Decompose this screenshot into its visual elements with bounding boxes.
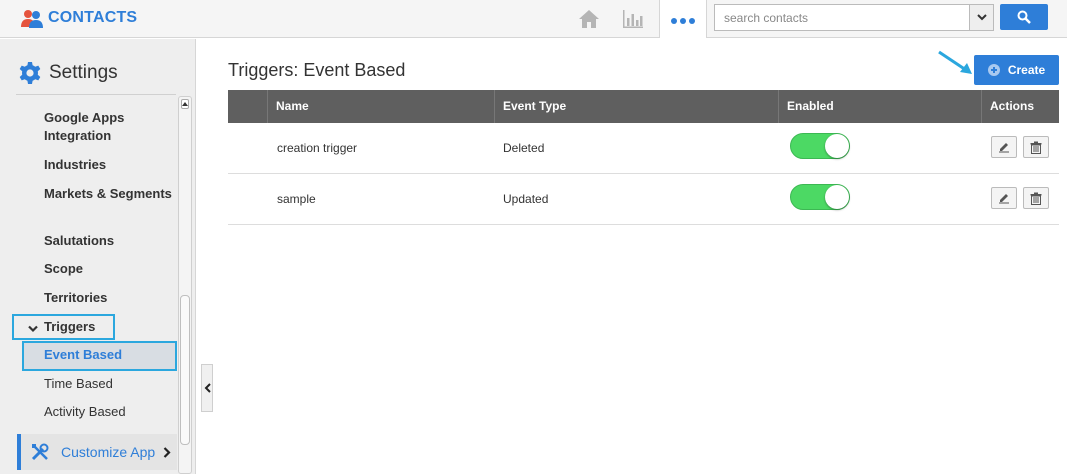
sidebar-item-triggers[interactable]: Triggers <box>44 318 174 336</box>
table-header: Name Event Type Enabled Actions <box>228 90 1059 123</box>
edit-button[interactable] <box>991 187 1017 209</box>
settings-title: Settings <box>49 62 118 83</box>
reports-nav-button[interactable] <box>618 0 648 37</box>
gear-icon <box>19 62 41 84</box>
sidebar-subitem-activity-based[interactable]: Activity Based <box>44 403 174 421</box>
sidebar-item-markets-segments[interactable]: Markets & Segments <box>44 185 174 203</box>
contacts-icon <box>20 7 44 29</box>
tools-icon <box>31 443 49 461</box>
column-header-event-type[interactable]: Event Type <box>494 90 780 123</box>
sidebar-item-scope[interactable]: Scope <box>44 260 174 278</box>
table-row: creation trigger Deleted <box>228 123 1059 174</box>
sidebar-collapse-button[interactable] <box>201 364 213 412</box>
edit-button[interactable] <box>991 136 1017 158</box>
home-nav-button[interactable] <box>574 0 604 37</box>
more-nav-button[interactable] <box>659 0 707 38</box>
plus-circle-icon <box>987 64 1000 76</box>
delete-button[interactable] <box>1023 187 1049 209</box>
search-dropdown-button[interactable] <box>969 5 993 30</box>
search-input[interactable] <box>715 5 969 30</box>
trigger-name: sample <box>277 192 316 206</box>
home-icon <box>579 9 599 28</box>
chevron-down-icon <box>976 14 987 21</box>
chevron-right-icon <box>163 446 171 458</box>
pencil-icon <box>999 143 1009 153</box>
search-icon <box>1017 10 1031 24</box>
search-box <box>714 4 994 31</box>
chevron-left-icon <box>204 383 211 393</box>
trigger-event-type: Deleted <box>503 141 545 155</box>
column-header-actions: Actions <box>981 90 1059 123</box>
pencil-icon <box>999 194 1009 204</box>
app-title: CONTACTS <box>48 9 138 26</box>
sidebar-subitem-time-based[interactable]: Time Based <box>44 375 174 393</box>
trigger-event-type: Updated <box>503 192 549 206</box>
chevron-down-icon <box>28 321 38 336</box>
enabled-toggle[interactable] <box>790 184 850 210</box>
column-header-enabled[interactable]: Enabled <box>778 90 981 123</box>
scroll-thumb[interactable] <box>180 295 190 445</box>
scroll-up-button[interactable] <box>181 99 189 109</box>
settings-header: Settings <box>18 61 118 85</box>
column-header-select <box>228 90 268 123</box>
delete-button[interactable] <box>1023 136 1049 158</box>
trash-icon <box>1030 141 1042 154</box>
sidebar-scrollbar[interactable] <box>178 96 192 474</box>
sidebar-item-salutations[interactable]: Salutations <box>44 232 174 250</box>
table-row: sample Updated <box>228 174 1059 225</box>
bar-chart-icon <box>623 9 643 28</box>
sidebar-divider <box>16 94 176 95</box>
search-button[interactable] <box>1000 4 1048 30</box>
triggers-table: Name Event Type Enabled Actions creation… <box>228 90 1059 225</box>
sidebar-item-industries[interactable]: Industries <box>44 156 174 174</box>
page-title: Triggers: Event Based <box>228 60 406 80</box>
trash-icon <box>1030 192 1042 205</box>
sidebar-subitem-event-based[interactable]: Event Based <box>44 346 174 364</box>
sidebar-item-territories[interactable]: Territories <box>44 289 174 307</box>
sidebar-item-google-apps[interactable]: Google Apps Integration <box>44 109 174 145</box>
customize-app-button[interactable]: Customize App <box>17 434 177 470</box>
column-header-name[interactable]: Name <box>267 90 495 123</box>
more-dots-icon <box>670 12 697 27</box>
create-button[interactable]: Create <box>974 55 1059 85</box>
enabled-toggle[interactable] <box>790 133 850 159</box>
pointer-arrow-icon <box>938 50 972 74</box>
customize-app-label: Customize App <box>61 444 156 460</box>
create-button-label: Create <box>1007 63 1046 77</box>
trigger-name: creation trigger <box>277 141 358 155</box>
sidebar: Settings Google Apps Integration Industr… <box>0 39 196 474</box>
brand[interactable]: CONTACTS <box>20 6 137 30</box>
top-bar: CONTACTS <box>0 0 1067 38</box>
